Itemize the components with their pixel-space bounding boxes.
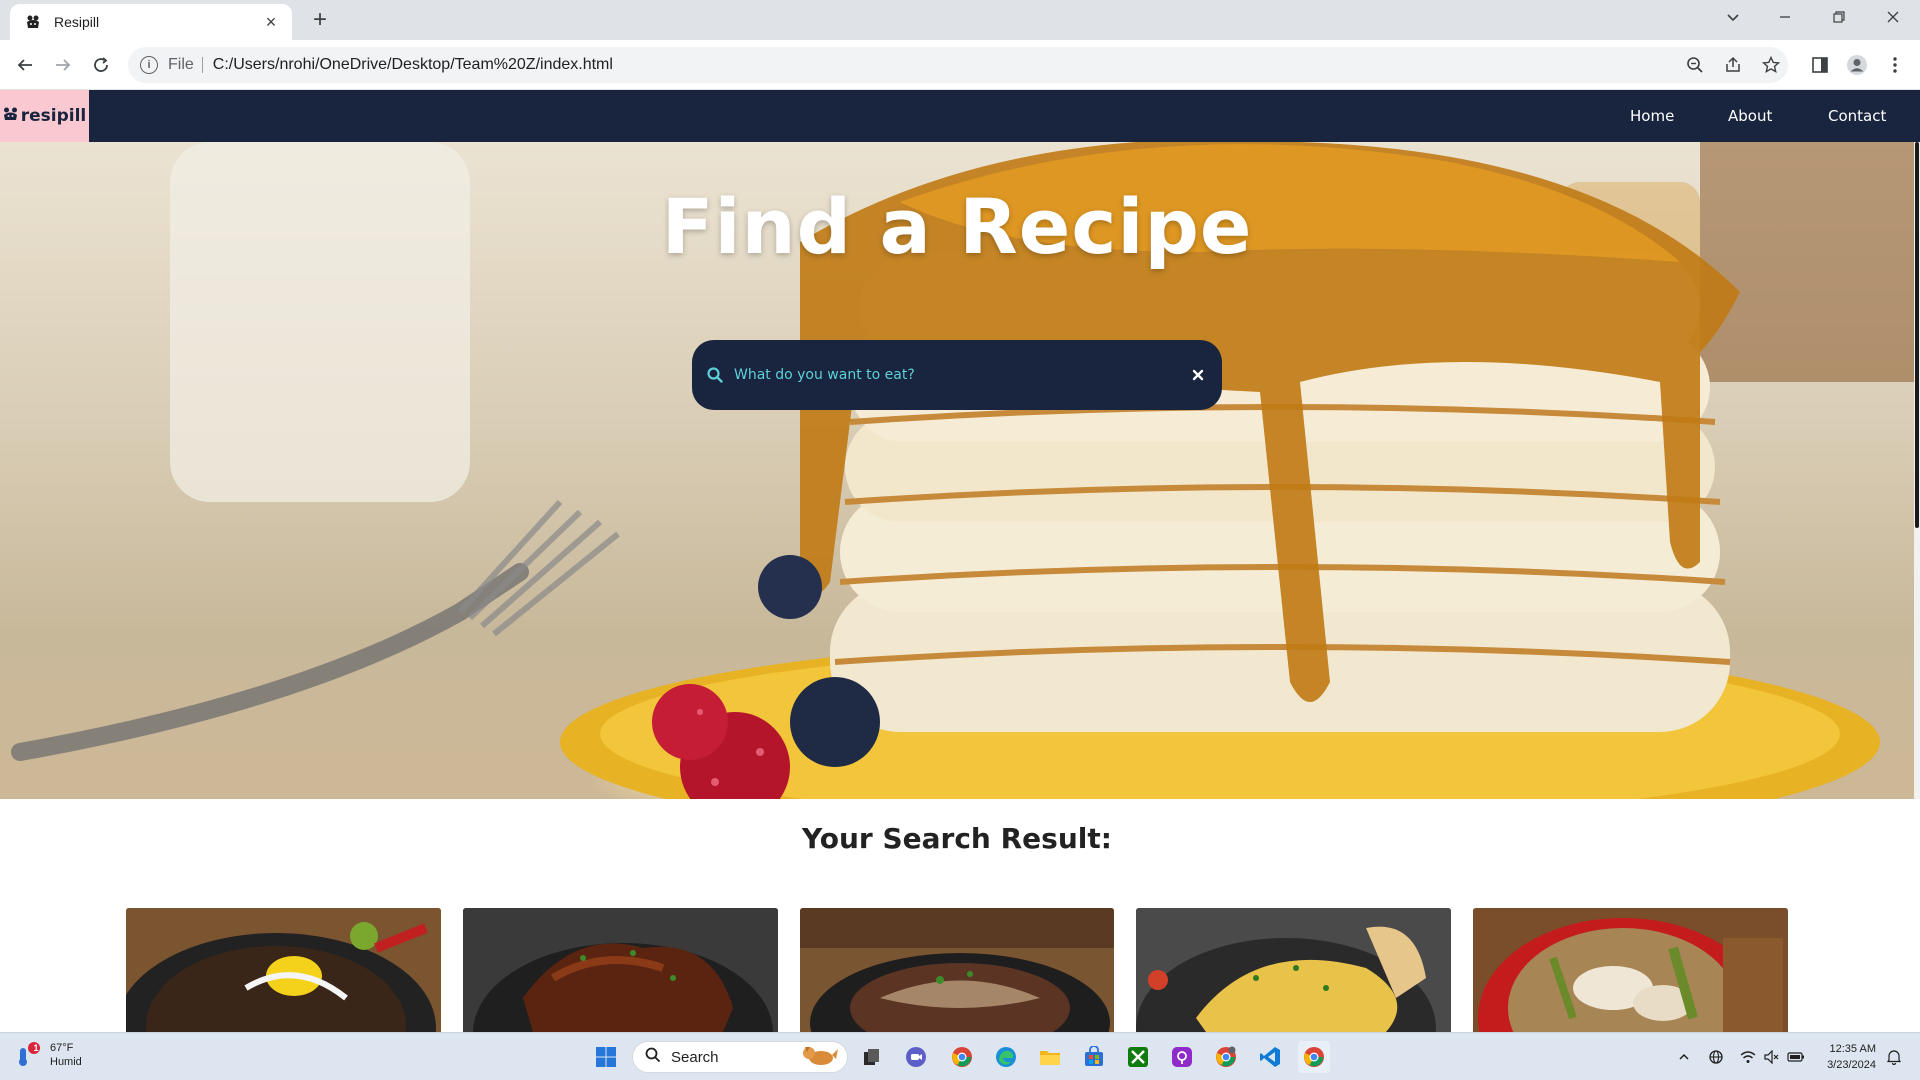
notification-bell-icon[interactable] (1884, 1047, 1904, 1067)
profile-avatar-icon[interactable] (1844, 52, 1870, 78)
clock-date: 3/23/2024 (1827, 1059, 1876, 1071)
share-icon[interactable] (1720, 52, 1746, 78)
site-info-icon[interactable]: i (140, 56, 158, 74)
vscode-icon[interactable] (1254, 1041, 1286, 1073)
weather-desc: Humid (50, 1056, 82, 1068)
task-view-icon[interactable] (856, 1041, 888, 1073)
reload-icon[interactable] (86, 50, 116, 80)
clear-search-icon[interactable] (1188, 365, 1208, 385)
scrollbar-thumb[interactable] (1915, 142, 1919, 528)
restore-icon[interactable] (1812, 0, 1866, 34)
tab-strip: Resipill × + (0, 0, 1920, 40)
recipe-card[interactable] (799, 908, 1115, 1032)
side-panel-icon[interactable] (1807, 52, 1833, 78)
soup-bowl-photo (1473, 908, 1788, 1032)
search-highlight-fox-icon (799, 1043, 839, 1072)
recipe-card[interactable] (1473, 908, 1788, 1032)
weather-temp: 67°F (50, 1042, 74, 1054)
new-tab-button[interactable]: + (306, 6, 334, 34)
battery-icon[interactable] (1786, 1047, 1806, 1067)
hero-section: Find a Recipe (0, 142, 1914, 799)
back-arrow-icon[interactable] (10, 50, 40, 80)
tab-close-icon[interactable]: × (260, 11, 282, 33)
taskbar-search[interactable]: Search (632, 1041, 848, 1073)
wifi-icon[interactable] (1738, 1047, 1758, 1067)
address-bar[interactable]: i File C:/Users/nrohi/OneDrive/Desktop/T… (128, 47, 1788, 83)
resipill-favicon-icon (24, 13, 42, 31)
grilled-chicken-photo (462, 908, 778, 1032)
raccoon-logo-icon (3, 107, 18, 126)
show-hidden-icons-chevron-icon[interactable] (1674, 1047, 1694, 1067)
weather-badge: 1 (33, 1043, 39, 1053)
steak-with-gravy-photo (799, 908, 1115, 1032)
minimize-icon[interactable] (1758, 0, 1812, 34)
address-scheme-chip: File (168, 57, 203, 73)
file-explorer-icon[interactable] (1034, 1041, 1066, 1073)
edge-icon[interactable] (990, 1041, 1022, 1073)
results-heading: Your Search Result: (802, 822, 1112, 855)
taskbar-search-label: Search (671, 1048, 719, 1066)
chrome-profile-icon[interactable] (1210, 1041, 1242, 1073)
hero-title: Find a Recipe (661, 182, 1253, 271)
logo-text: resipill (20, 106, 87, 126)
browser-menu-icon[interactable] (1882, 52, 1908, 78)
close-window-icon[interactable] (1866, 0, 1920, 34)
chrome-icon[interactable] (946, 1041, 978, 1073)
nav-contact-link[interactable]: Contact (1828, 107, 1886, 125)
bookmark-star-icon[interactable] (1758, 52, 1784, 78)
podcast-app-icon[interactable] (1166, 1041, 1198, 1073)
forward-arrow-icon[interactable] (48, 50, 78, 80)
search-icon (706, 366, 724, 384)
recipe-search-bar[interactable] (692, 340, 1222, 410)
page-scrollbar[interactable] (1914, 142, 1920, 799)
site-logo[interactable]: resipill (0, 90, 89, 142)
recipe-card[interactable] (462, 908, 778, 1032)
site-navbar: resipill Home About Contact (0, 90, 1920, 142)
weather-widget[interactable]: 1 67°F Humid (16, 1041, 82, 1069)
clock-time: 12:35 AM (1829, 1043, 1876, 1055)
nav-about-link[interactable]: About (1728, 107, 1772, 125)
windows-taskbar: 1 67°F Humid Search 12:35 AM 3/23/2024 (0, 1032, 1920, 1080)
tab-search-chevron-icon[interactable] (1706, 0, 1760, 34)
taskbar-search-icon (645, 1047, 661, 1068)
address-url[interactable]: C:/Users/nrohi/OneDrive/Desktop/Team%20Z… (213, 56, 613, 74)
nav-home-link[interactable]: Home (1630, 107, 1674, 125)
teams-chat-icon[interactable] (900, 1041, 932, 1073)
browser-toolbar: i File C:/Users/nrohi/OneDrive/Desktop/T… (0, 40, 1920, 90)
recipe-card[interactable] (126, 908, 441, 1032)
windows-start-icon[interactable] (590, 1041, 622, 1073)
recipe-search-input[interactable] (734, 367, 1188, 383)
xbox-icon[interactable] (1122, 1041, 1154, 1073)
sizzling-sisig-photo (126, 908, 441, 1032)
system-clock[interactable]: 12:35 AM 3/23/2024 (1818, 1041, 1876, 1073)
tab-title: Resipill (54, 14, 100, 30)
volume-muted-icon[interactable] (1762, 1047, 1782, 1067)
chrome-active-icon[interactable] (1298, 1041, 1330, 1073)
results-card-list (126, 908, 1788, 1032)
omelette-photo (1136, 908, 1452, 1032)
network-globe-icon[interactable] (1706, 1047, 1726, 1067)
browser-tab[interactable]: Resipill × (10, 4, 292, 40)
zoom-icon[interactable] (1682, 52, 1708, 78)
recipe-card[interactable] (1136, 908, 1452, 1032)
microsoft-store-icon[interactable] (1078, 1041, 1110, 1073)
